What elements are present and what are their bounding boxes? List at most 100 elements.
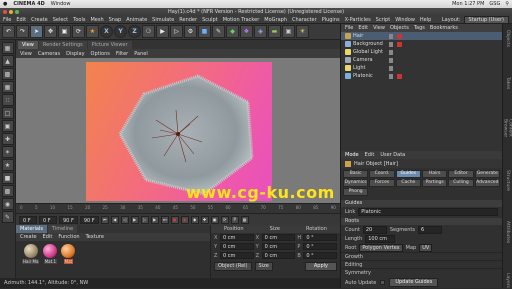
next-key-icon[interactable]: ▶ (151, 216, 159, 224)
attr-menu-edit[interactable]: Edit (365, 152, 375, 158)
menu-tools[interactable]: Tools (73, 17, 85, 23)
attr-menu-user-data[interactable]: User Data (380, 152, 405, 158)
menu-character[interactable]: Character (292, 17, 317, 23)
side-tab-attributes[interactable]: Attributes (505, 221, 510, 243)
render-settings-icon[interactable]: ⚙ (184, 25, 197, 38)
array-icon[interactable]: ❖ (240, 25, 253, 38)
attr-tab-dynamics[interactable]: Dynamics (343, 179, 368, 187)
objmgr-menu-view[interactable]: View (373, 25, 385, 31)
count-field[interactable]: 20 (363, 226, 387, 234)
next-frame-icon[interactable]: ▷ (141, 216, 149, 224)
tab-timeline[interactable]: Timeline (48, 225, 77, 233)
camera-icon[interactable]: ▣ (282, 25, 295, 38)
edges-mode-icon[interactable]: □ (2, 107, 14, 119)
lock-workplane-icon[interactable]: ■ (2, 172, 14, 184)
user-name[interactable]: GSG (489, 1, 500, 7)
visibility-dots-icon[interactable] (389, 74, 393, 79)
record-icon[interactable]: ● (171, 216, 179, 224)
objmgr-menu-tags[interactable]: Tags (414, 25, 425, 31)
objmgr-menu-file[interactable]: File (345, 25, 353, 31)
menu-file[interactable]: File (3, 17, 11, 23)
mac-window-menu[interactable]: Window (51, 1, 71, 7)
apply-button[interactable]: Apply (305, 262, 337, 271)
param-key-icon[interactable]: P (231, 216, 239, 224)
update-guides-button[interactable]: Update Guides (389, 278, 438, 287)
side-tab-takes[interactable]: Takes (505, 77, 510, 89)
attr-tab-editor[interactable]: Editor (448, 170, 473, 178)
growth-fold[interactable]: Growth (341, 252, 502, 260)
viewport-menu-display[interactable]: Display (66, 51, 84, 57)
keyframe-selection-icon[interactable]: ◆ (191, 216, 199, 224)
menu-help[interactable]: Help (420, 17, 431, 23)
viewport-menu-filter[interactable]: Filter (116, 51, 128, 57)
size-y-field[interactable]: 0 cm (262, 243, 296, 250)
object-row-camera[interactable]: Camera (341, 56, 502, 64)
menu-edit[interactable]: Edit (16, 17, 26, 23)
preview-end-field[interactable]: 90 F (80, 216, 99, 224)
solo-icon[interactable]: ◉ (2, 198, 14, 210)
link-field[interactable]: Platonic (358, 208, 498, 216)
visibility-dots-icon[interactable] (389, 66, 393, 71)
cube-icon[interactable]: ■ (198, 25, 211, 38)
attr-tab-culling[interactable]: Culling (448, 179, 473, 187)
auto-update-checkbox[interactable] (380, 280, 385, 285)
polygons-mode-icon[interactable]: ▣ (2, 120, 14, 132)
autokey-icon[interactable]: ◉ (181, 216, 189, 224)
menu-render[interactable]: Render (179, 17, 197, 23)
z-axis-button[interactable]: Z (128, 25, 141, 38)
tab-materials[interactable]: Materials (16, 225, 47, 233)
menu-animate[interactable]: Animate (126, 17, 147, 23)
light-icon[interactable]: ☀ (296, 25, 309, 38)
material-menu-function[interactable]: Function (58, 234, 79, 240)
pla-key-icon[interactable]: ▦ (241, 216, 249, 224)
coordinate-mode-select[interactable]: Object (Rel) (214, 262, 252, 271)
viewport-menu-options[interactable]: Options (91, 51, 110, 57)
objmgr-menu-objects[interactable]: Objects (390, 25, 409, 31)
position-z-field[interactable]: 0 cm (220, 252, 254, 259)
material-menu-texture[interactable]: Texture (86, 234, 104, 240)
render-view-icon[interactable]: ▶ (156, 25, 169, 38)
attr-tab-coord[interactable]: Coord. (369, 170, 394, 178)
floor-icon[interactable]: ▬ (268, 25, 281, 38)
attr-tab-basic[interactable]: Basic (343, 170, 368, 178)
pen-icon[interactable]: ✎ (212, 25, 225, 38)
snap-icon[interactable]: ★ (2, 159, 14, 171)
rotation-h-field[interactable]: 0 ° (303, 234, 337, 241)
menu-snap[interactable]: Snap (109, 17, 122, 23)
attr-tab-partings[interactable]: Partings (422, 179, 447, 187)
segments-field[interactable]: 6 (418, 226, 442, 234)
menu-mesh[interactable]: Mesh (90, 17, 103, 23)
editing-fold[interactable]: Editing (341, 260, 502, 268)
menu-select[interactable]: Select (53, 17, 68, 23)
subdivision-icon[interactable]: ◆ (226, 25, 239, 38)
rotation-key-icon[interactable]: ⟳ (221, 216, 229, 224)
search-icon[interactable]: ⚲ (505, 1, 509, 7)
visibility-dots-icon[interactable] (389, 34, 393, 39)
texture-mode-icon[interactable]: ▩ (2, 68, 14, 80)
undo-icon[interactable]: ↶ (2, 25, 15, 38)
object-row-platonic[interactable]: Platonic (341, 72, 502, 80)
model-mode-icon[interactable]: ▲ (2, 55, 14, 67)
attr-tab-forces[interactable]: Forces (369, 179, 394, 187)
root-select[interactable]: Polygon Vertex (359, 244, 402, 252)
planar-workplane-icon[interactable]: ▩ (2, 185, 14, 197)
viewport-menu-panel[interactable]: Panel (134, 51, 148, 57)
redo-icon[interactable]: ↷ (16, 25, 29, 38)
object-row-hair[interactable]: Hair (341, 32, 502, 40)
map-select[interactable]: UV (419, 244, 432, 252)
tweak-mode-icon[interactable]: ✶ (2, 146, 14, 158)
material-tag-icon[interactable] (397, 34, 402, 39)
material-tag-icon[interactable] (397, 42, 402, 47)
attr-menu-mode[interactable]: Mode (345, 152, 359, 158)
scale-key-icon[interactable]: ▣ (211, 216, 219, 224)
render-picture-viewer-icon[interactable]: ▷ (170, 25, 183, 38)
attr-tab-advanced[interactable]: Advanced (475, 179, 500, 187)
tab-render-settings[interactable]: Render Settings (39, 41, 87, 49)
menu-mograph[interactable]: MoGraph (264, 17, 287, 23)
workplane-icon[interactable]: ▦ (2, 81, 14, 93)
menu-simulate[interactable]: Simulate (152, 17, 174, 23)
go-to-start-icon[interactable]: ⏮ (101, 216, 109, 224)
tab-picture-viewer[interactable]: Picture Viewer (88, 41, 132, 49)
side-tab-structure[interactable]: Structure (505, 170, 510, 191)
minimize-icon[interactable] (9, 10, 13, 14)
